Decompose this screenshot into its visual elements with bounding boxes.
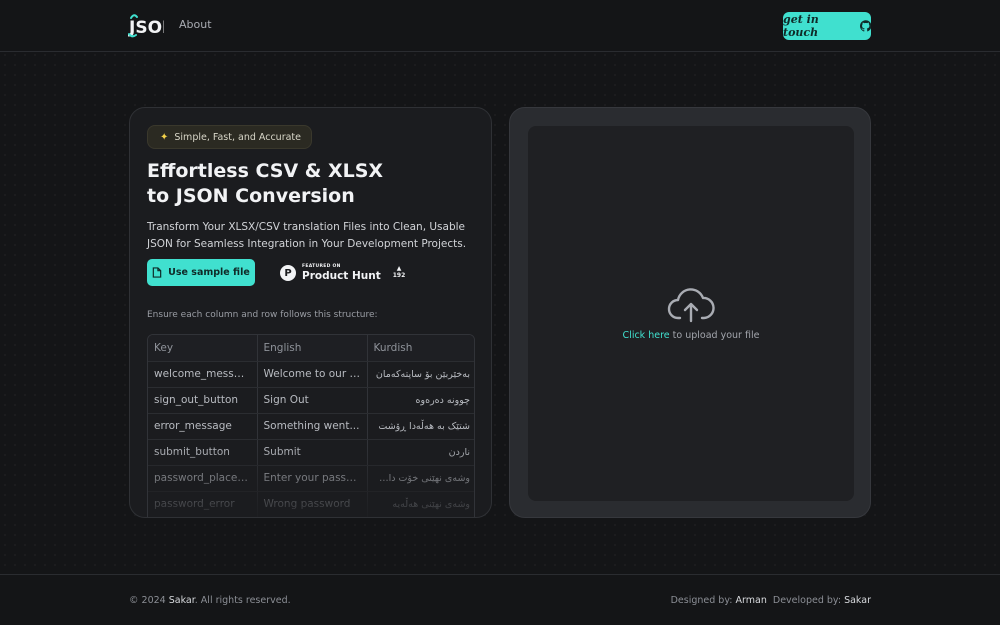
headline-line-1: Effortless CSV & XLSX: [147, 160, 384, 182]
cell-kurdish: بەخێربێن بۆ ساپتەکەمان: [367, 361, 474, 388]
cell-key: password_placeh...: [148, 465, 258, 492]
column-header-english: English: [257, 335, 368, 362]
cell-english: Welcome to our s...: [257, 361, 368, 388]
product-hunt-name: Product Hunt: [302, 269, 381, 282]
cell-kurdish: وشەی نهێنی خۆت داخل بکە: [367, 465, 474, 492]
cell-kurdish: وشەی نهێنی هەڵەیە: [367, 491, 474, 517]
copyright-owner-link[interactable]: Sakar: [169, 595, 195, 606]
page-headline: Effortless CSV & XLSX to JSON Conversion: [147, 159, 383, 209]
cell-key: error_message: [148, 413, 258, 440]
developed-by-label: Developed by:: [772, 595, 845, 606]
cell-kurdish: شتێک بە هەڵەدا ڕۆشت: [367, 413, 474, 440]
github-icon: [859, 20, 871, 32]
get-in-touch-label: get in touch: [783, 13, 819, 39]
file-icon: [152, 267, 162, 278]
tagline-badge: ✦ Simple, Fast, and Accurate: [147, 125, 312, 149]
cell-english: Enter your passw...: [257, 465, 368, 492]
table-row: sign_out_button Sign Out چوونە دەرەوە: [148, 387, 474, 414]
cell-kurdish: ناردن: [367, 439, 474, 466]
designed-by-label: Designed by:: [670, 595, 736, 606]
copyright-suffix: . All rights reserved.: [194, 595, 291, 606]
nav-link-about[interactable]: About: [179, 18, 212, 31]
tagline-text: Simple, Fast, and Accurate: [174, 131, 301, 143]
sparkle-icon: ✦: [160, 131, 169, 143]
json-logo[interactable]: JSON: [128, 12, 164, 40]
cell-kurdish: چوونە دەرەوە: [367, 387, 474, 414]
copyright: © 2024 Sakar. All rights reserved.: [129, 595, 291, 606]
table-header-row: Key English Kurdish: [148, 335, 474, 362]
table-row: error_message Something went... شتێک بە …: [148, 413, 474, 440]
table-row: submit_button Submit ناردن: [148, 439, 474, 466]
product-hunt-featured: FEATURED ON: [302, 264, 341, 269]
headline-line-2: to JSON Conversion: [147, 185, 355, 207]
designer-link[interactable]: Arman: [736, 595, 767, 606]
cloud-upload-icon: [667, 288, 715, 323]
upload-instruction-text: to upload your file: [669, 330, 760, 341]
cell-key: submit_button: [148, 439, 258, 466]
top-navbar: JSON About get in touch: [0, 0, 1000, 52]
table-row: password_placeh... Enter your passw... و…: [148, 465, 474, 492]
copyright-prefix: © 2024: [129, 595, 169, 606]
upload-instruction: Click here to upload your file: [528, 330, 854, 341]
product-hunt-votes: 192: [392, 272, 406, 279]
click-here-link[interactable]: Click here: [623, 330, 670, 341]
table-row: password_error Wrong password وشەی نهێنی…: [148, 491, 474, 517]
product-hunt-badge[interactable]: P FEATURED ON Product Hunt ▲ 192: [280, 261, 406, 285]
page-footer: © 2024 Sakar. All rights reserved. Desig…: [0, 574, 1000, 625]
get-in-touch-button[interactable]: get in touch: [783, 12, 871, 40]
upload-card: Click here to upload your file: [509, 107, 871, 518]
cell-english: Sign Out: [257, 387, 368, 414]
logo-text: JSON: [128, 18, 164, 38]
developer-link[interactable]: Sakar: [844, 595, 871, 606]
hero-description: Transform Your XLSX/CSV translation File…: [147, 221, 467, 250]
use-sample-file-label: Use sample file: [168, 267, 250, 278]
structure-hint: Ensure each column and row follows this …: [147, 310, 378, 320]
cell-key: welcome_message: [148, 361, 258, 388]
cell-english: Submit: [257, 439, 368, 466]
credits: Designed by: Arman Developed by: Sakar: [671, 595, 871, 606]
converter-info-card: ✦ Simple, Fast, and Accurate Effortless …: [129, 107, 492, 518]
use-sample-file-button[interactable]: Use sample file: [147, 259, 255, 286]
column-header-kurdish: Kurdish: [367, 335, 474, 362]
sample-structure-table: Key English Kurdish welcome_message Welc…: [147, 334, 475, 517]
cell-english: Something went...: [257, 413, 368, 440]
file-dropzone[interactable]: Click here to upload your file: [528, 126, 854, 501]
product-hunt-icon: P: [280, 265, 296, 281]
table-row: welcome_message Welcome to our s... بەخێ…: [148, 361, 474, 388]
cell-english: Wrong password: [257, 491, 368, 517]
cell-key: password_error: [148, 491, 258, 517]
column-header-key: Key: [148, 335, 258, 362]
cell-key: sign_out_button: [148, 387, 258, 414]
